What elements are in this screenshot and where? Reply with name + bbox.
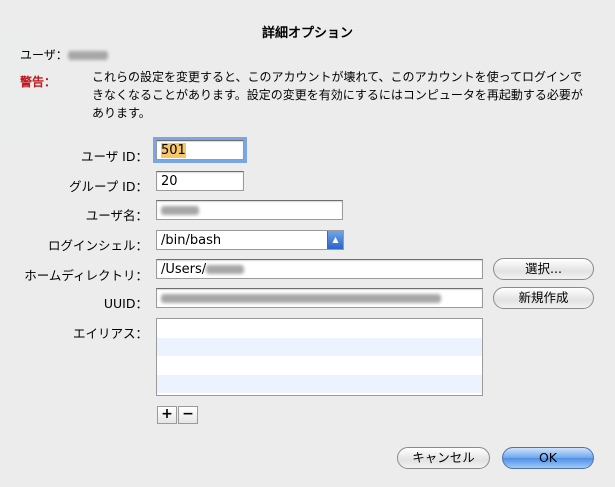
home-dir-value: /Users/ [161, 262, 207, 277]
popup-arrow-icon: ▲ [327, 231, 343, 249]
list-row [157, 356, 482, 375]
login-shell-popup[interactable]: /bin/bash ▲ [156, 230, 344, 250]
dialog-title: 詳細オプション [261, 26, 353, 41]
list-row [157, 337, 482, 356]
uuid-label: UUID： [103, 296, 148, 311]
home-dir-field[interactable]: /Users/ [156, 259, 483, 279]
home-dir-label: ホームディレクトリ： [24, 268, 148, 283]
new-uuid-button[interactable]: 新規作成 [493, 287, 594, 309]
username-label: ユーザ名： [85, 208, 148, 223]
user-prefix: ユーザ： [20, 48, 68, 62]
group-id-field[interactable]: 20 [156, 171, 244, 191]
list-row [157, 374, 482, 393]
uuid-field[interactable] [156, 288, 483, 308]
warning-label: 警告： [20, 75, 57, 89]
redacted-home-user [206, 265, 245, 274]
group-id-label: グループ ID： [68, 179, 148, 194]
user-line: ユーザ： [20, 46, 108, 63]
aliases-label: エイリアス： [72, 326, 148, 341]
group-id-value: 20 [161, 174, 178, 189]
warning-text: これらの設定を変更すると、このアカウントが壊れて、このアカウントを使ってログイン… [92, 70, 583, 120]
user-id-field[interactable]: 501 [153, 137, 247, 163]
redacted-username [161, 206, 199, 215]
cancel-button[interactable]: キャンセル [397, 447, 490, 469]
username-field[interactable] [156, 200, 343, 220]
user-id-value: 501 [161, 143, 186, 158]
advanced-options-sheet: 詳細オプション ユーザ： 警告： これらの設定を変更すると、このアカウントが壊れ… [0, 0, 615, 487]
choose-button[interactable]: 選択... [493, 258, 594, 280]
redacted-uuid [161, 294, 441, 303]
login-shell-label: ログインシェル： [47, 238, 148, 253]
aliases-list[interactable] [156, 318, 483, 396]
user-id-label: ユーザ ID： [80, 149, 148, 164]
add-alias-button[interactable]: + [157, 406, 177, 424]
login-shell-value: /bin/bash [161, 233, 222, 248]
list-row [157, 319, 482, 338]
ok-button[interactable]: OK [502, 447, 594, 469]
remove-alias-button[interactable]: − [178, 406, 198, 424]
redacted-user [67, 51, 108, 60]
